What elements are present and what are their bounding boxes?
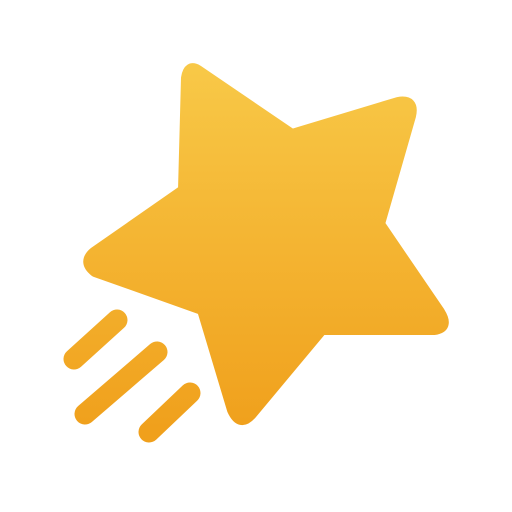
shooting-star-icon [63,63,449,443]
icon-canvas [0,0,512,512]
motion-streak-middle [74,341,168,425]
motion-streak-bottom [138,382,201,443]
motion-streak-top [63,309,128,370]
